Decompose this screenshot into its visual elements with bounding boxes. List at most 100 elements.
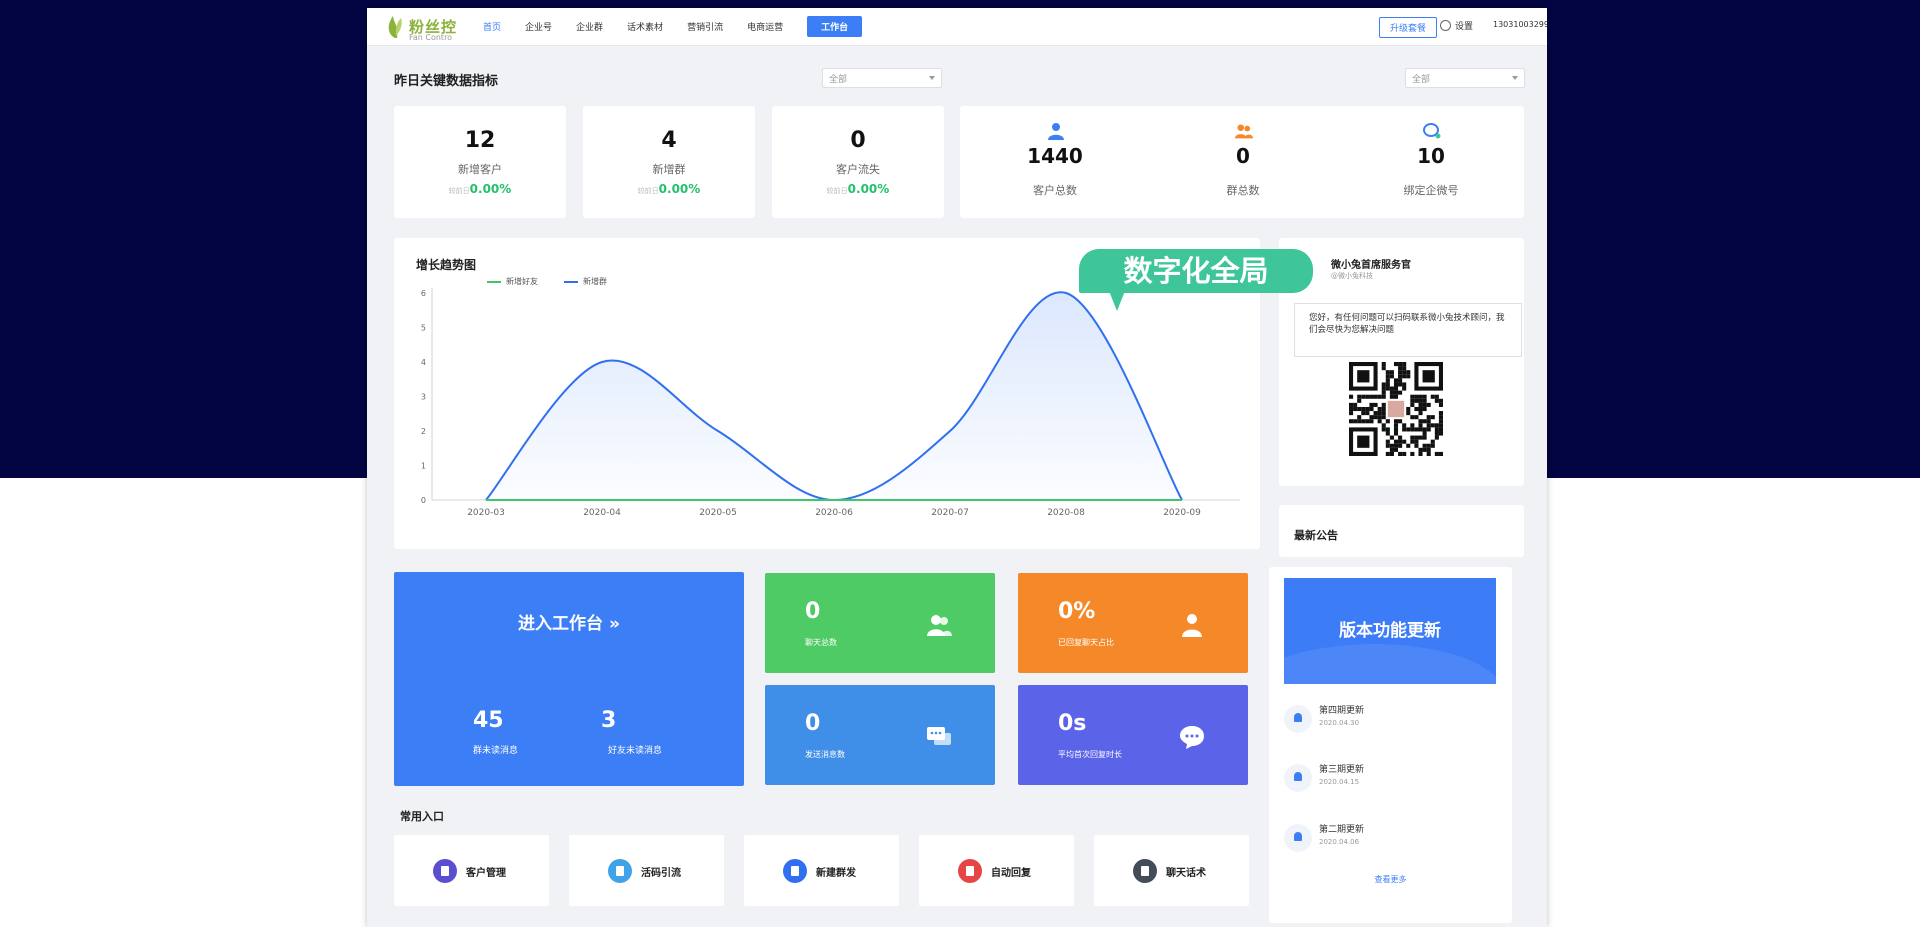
totals-card: 1440 客户总数 0 群总数 10 绑定企微号 bbox=[960, 106, 1524, 218]
notice-item-title: 第三期更新 bbox=[1319, 765, 1365, 775]
notice-item[interactable]: 第四期更新 2020.04.30 bbox=[1284, 699, 1494, 739]
enter-workbench-link[interactable]: 进入工作台 » bbox=[394, 609, 744, 634]
chat-bubbles-icon bbox=[927, 727, 951, 745]
nav-enterprise-account[interactable]: 企业号 bbox=[525, 20, 552, 33]
notice-item-title: 第二期更新 bbox=[1319, 825, 1365, 835]
total-label: 客户总数 bbox=[1033, 184, 1077, 197]
x-tick-label: 2020-07 bbox=[931, 508, 969, 518]
tile-replied-ratio[interactable]: 0% 已回复聊天占比 bbox=[1018, 573, 1248, 673]
total-value: 1440 bbox=[1027, 144, 1083, 168]
filter-select-left[interactable]: 全部 bbox=[822, 68, 942, 88]
notice-header: 最新公告 bbox=[1279, 505, 1524, 557]
chevron-down-icon bbox=[1512, 76, 1518, 80]
x-tick-label: 2020-03 bbox=[467, 508, 505, 518]
logo[interactable]: 粉丝控 Fan Contro bbox=[385, 12, 465, 42]
top-bar: 粉丝控 Fan Contro 首页 企业号 企业群 话术素材 营销引流 电商运营… bbox=[367, 8, 1547, 46]
notice-item-date: 2020.04.06 bbox=[1319, 838, 1360, 846]
notice-item[interactable]: 第二期更新 2020.04.06 bbox=[1284, 818, 1494, 858]
y-tick-label: 6 bbox=[421, 289, 426, 298]
stat-compare: 较前日0.00% bbox=[583, 182, 755, 196]
stat-value: 4 bbox=[661, 128, 677, 153]
stat-label: 新增群 bbox=[652, 163, 686, 176]
digital-badge: 数字化全局 bbox=[1079, 249, 1313, 293]
version-update-banner[interactable]: 版本功能更新 bbox=[1284, 578, 1496, 684]
entry-label: 聊天话术 bbox=[1166, 868, 1206, 879]
nav-enterprise-group[interactable]: 企业群 bbox=[576, 20, 603, 33]
stat-compare-value: 0.00% bbox=[847, 182, 890, 196]
stat-compare-label: 较前日 bbox=[826, 187, 848, 195]
tile-label: 聊天总数 bbox=[805, 638, 837, 647]
wechat-icon bbox=[1423, 123, 1441, 139]
users-icon bbox=[927, 615, 952, 636]
total-label: 群总数 bbox=[1226, 184, 1260, 197]
stat-compare: 较前日0.00% bbox=[394, 182, 566, 196]
logo-subtext: Fan Contro bbox=[409, 33, 453, 42]
group-icon bbox=[1235, 124, 1253, 139]
entry-label: 客户管理 bbox=[466, 868, 506, 879]
stat-compare-label: 较前日 bbox=[637, 187, 659, 195]
y-tick-label: 4 bbox=[421, 358, 426, 367]
entry-new-broadcast[interactable]: 新建群发 bbox=[744, 835, 899, 906]
stat-compare-label: 较前日 bbox=[448, 187, 470, 195]
metrics-title: 昨日关键数据指标 bbox=[394, 74, 499, 89]
entry-auto-reply[interactable]: 自动回复 bbox=[919, 835, 1074, 906]
edit-icon bbox=[1133, 859, 1157, 883]
person-icon bbox=[1048, 123, 1064, 140]
stat-label: 客户流失 bbox=[836, 163, 880, 176]
account-phone[interactable]: 13031003299 bbox=[1493, 20, 1547, 29]
entry-chat-scripts[interactable]: 聊天话术 bbox=[1094, 835, 1249, 906]
settings-label: 设置 bbox=[1455, 22, 1474, 32]
group-unread-count: 45 bbox=[473, 708, 504, 733]
stat-card-new-customers: 12 新增客户 较前日0.00% bbox=[394, 106, 566, 218]
tile-value: 0 bbox=[805, 599, 821, 624]
settings-button[interactable]: 设置 bbox=[1440, 19, 1473, 32]
view-more-link[interactable]: 查看更多 bbox=[1269, 874, 1512, 885]
filter-select-right[interactable]: 全部 bbox=[1405, 68, 1525, 88]
x-tick-label: 2020-05 bbox=[699, 508, 737, 518]
tile-label: 发送消息数 bbox=[805, 750, 845, 759]
notice-title: 最新公告 bbox=[1294, 529, 1338, 542]
qr-code[interactable] bbox=[1349, 362, 1443, 456]
qr-icon bbox=[608, 859, 632, 883]
entry-label: 自动回复 bbox=[991, 868, 1031, 879]
y-tick-label: 5 bbox=[421, 324, 426, 333]
notice-list-card: 版本功能更新 第四期更新 2020.04.30 第三期更新 2020.04.15… bbox=[1269, 567, 1512, 923]
stat-card-new-groups: 4 新增群 较前日0.00% bbox=[583, 106, 755, 218]
tile-value: 0s bbox=[1058, 711, 1087, 736]
tile-first-reply-time[interactable]: 0s 平均首次回复时长 bbox=[1018, 685, 1248, 785]
tile-value: 0% bbox=[1058, 599, 1096, 624]
notice-item-date: 2020.04.15 bbox=[1319, 778, 1360, 786]
banner-text: 版本功能更新 bbox=[1339, 621, 1441, 641]
nav-ecommerce[interactable]: 电商运营 bbox=[747, 20, 783, 33]
entry-label: 活码引流 bbox=[641, 868, 681, 879]
app-window: 粉丝控 Fan Contro 首页 企业号 企业群 话术素材 营销引流 电商运营… bbox=[367, 8, 1547, 927]
bell-icon bbox=[1284, 764, 1312, 792]
stat-value: 0 bbox=[850, 128, 866, 153]
person-icon bbox=[783, 859, 807, 883]
entry-live-code[interactable]: 活码引流 bbox=[569, 835, 724, 906]
bell-icon bbox=[1284, 824, 1312, 852]
reply-icon bbox=[958, 859, 982, 883]
stat-value: 12 bbox=[464, 128, 496, 153]
upgrade-button[interactable]: 升级套餐 bbox=[1379, 17, 1438, 38]
y-tick-label: 2 bbox=[421, 427, 426, 436]
notice-item-title: 第四期更新 bbox=[1319, 706, 1365, 716]
tile-messages-sent[interactable]: 0 发送消息数 bbox=[765, 685, 995, 785]
comment-icon bbox=[1180, 726, 1204, 749]
tile-chat-total[interactable]: 0 聊天总数 bbox=[765, 573, 995, 673]
rabbit-leaf-icon bbox=[388, 16, 402, 38]
bell-icon bbox=[1284, 705, 1312, 733]
workbench-panel[interactable]: 进入工作台 » 45 群未读消息 3 好友未读消息 bbox=[394, 572, 744, 786]
nav-scripts[interactable]: 话术素材 bbox=[627, 20, 663, 33]
service-name: 微小兔首席服务官 bbox=[1331, 260, 1411, 271]
filter-select-right-value: 全部 bbox=[1412, 75, 1431, 85]
y-tick-label: 3 bbox=[421, 393, 426, 402]
total-value: 0 bbox=[1236, 144, 1250, 168]
group-unread-label: 群未读消息 bbox=[473, 746, 519, 756]
notice-item[interactable]: 第三期更新 2020.04.15 bbox=[1284, 758, 1494, 798]
main-nav: 首页 企业号 企业群 话术素材 营销引流 电商运营 工作台 bbox=[483, 8, 863, 45]
entry-customer-management[interactable]: 客户管理 bbox=[394, 835, 549, 906]
nav-marketing[interactable]: 营销引流 bbox=[687, 20, 723, 33]
nav-home[interactable]: 首页 bbox=[483, 20, 501, 33]
workbench-button[interactable]: 工作台 bbox=[807, 16, 863, 37]
